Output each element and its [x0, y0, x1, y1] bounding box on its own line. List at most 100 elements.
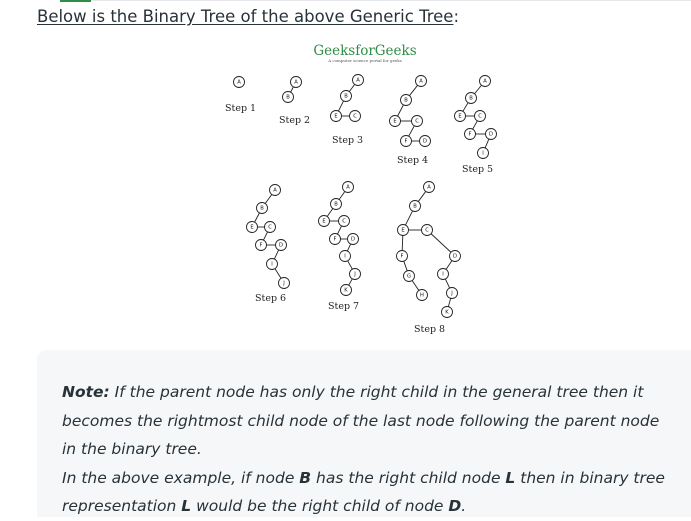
note-text: Note: If the parent node has only the ri… — [62, 378, 677, 521]
tree-edge — [445, 260, 453, 270]
tree-node-a: A — [342, 181, 354, 193]
tree-node-d: D — [275, 239, 287, 251]
tree-node-j: J — [278, 277, 290, 289]
tree-node-e: E — [454, 110, 466, 122]
tree-node-label: D — [453, 253, 457, 259]
tree-edge — [326, 208, 334, 217]
tree-edge — [472, 120, 478, 130]
step-4-tree: A B E C F D Step 4 — [389, 75, 431, 166]
tree-node-label: B — [260, 205, 264, 211]
tree-edge — [447, 298, 452, 307]
tree-node-a: A — [269, 184, 281, 196]
top-divider — [91, 0, 691, 1]
tree-edge — [417, 191, 427, 202]
tree-node-label: A — [294, 79, 298, 85]
tree-node-f: F — [255, 239, 267, 251]
tree-node-b: B — [409, 200, 421, 212]
tree-node-e: E — [318, 215, 330, 227]
tree-node-label: B — [334, 201, 338, 207]
tree-node-b: B — [340, 90, 352, 102]
intro-text: Below is the Binary Tree of the above Ge… — [37, 7, 459, 27]
tree-edge — [264, 194, 273, 204]
intro-colon: : — [453, 7, 460, 26]
step-label: Step 3 — [332, 135, 363, 146]
tree-node-label: B — [469, 95, 473, 101]
tree-node-j: J — [349, 268, 361, 280]
tree-node-label: C — [425, 227, 429, 233]
note-line-2e: . — [461, 497, 467, 516]
tree-node-label: D — [279, 242, 283, 248]
tree-node-label: E — [458, 113, 461, 119]
tree-node-label: C — [478, 113, 482, 119]
tree-node-label: E — [250, 224, 253, 230]
tree-node-j: J — [446, 287, 458, 299]
tree-node-e: E — [246, 221, 258, 233]
intro-link-text[interactable]: Below is the Binary Tree of the above Ge… — [37, 7, 453, 26]
step-2-tree: A B Step 2 — [279, 76, 310, 126]
tree-edge — [474, 84, 482, 95]
tree-node-a: A — [233, 76, 245, 88]
tree-edge — [338, 191, 346, 200]
tree-node-label: A — [346, 184, 350, 190]
tree-edge — [444, 278, 451, 289]
tree-edge — [346, 243, 352, 252]
tree-edge — [338, 100, 344, 112]
tree-node-label: E — [401, 227, 404, 233]
tree-node-label: K — [445, 309, 449, 315]
tree-node-b: B — [400, 94, 412, 106]
tree-node-b: B — [256, 202, 268, 214]
tree-node-label: C — [415, 118, 419, 124]
tree-node-label: K — [344, 287, 348, 293]
tree-node-a: A — [479, 75, 491, 87]
tree-node-label: D — [489, 131, 493, 137]
tree-node-f: F — [464, 128, 476, 140]
tree-node-f: F — [400, 135, 412, 147]
tree-node-c: C — [264, 221, 276, 233]
tree-node-label: C — [342, 218, 346, 224]
step-1-tree: A Step 1 — [225, 76, 256, 114]
tree-node-a: A — [352, 74, 364, 86]
tree-edge — [403, 261, 408, 271]
tree-node-label: C — [353, 113, 357, 119]
tree-edge — [484, 138, 490, 149]
note-node-l-2: L — [181, 497, 192, 516]
tree-node-label: C — [268, 224, 272, 230]
step-label: Step 6 — [255, 293, 286, 304]
step-label: Step 8 — [414, 324, 445, 335]
step-label: Step 7 — [328, 301, 359, 312]
tree-node-g: G — [403, 270, 415, 282]
tree-edge — [401, 235, 404, 251]
tree-node-h: H — [416, 289, 428, 301]
step-label: Step 4 — [397, 155, 428, 166]
tree-edge — [430, 233, 452, 253]
tree-node-label: F — [334, 236, 337, 242]
tree-node-label: B — [344, 93, 348, 99]
tree-node-a: A — [415, 75, 427, 87]
tree-node-label: F — [469, 131, 472, 137]
tree-node-label: D — [423, 138, 427, 144]
tree-edge — [409, 85, 418, 96]
tree-edge — [273, 249, 280, 260]
tree-node-i: I — [437, 268, 449, 280]
tree-node-label: A — [419, 78, 423, 84]
step-6-tree: A B E C F D IJ Step 6 — [246, 184, 290, 304]
tree-node-label: A — [483, 78, 487, 84]
tree-node-c: C — [474, 110, 486, 122]
step-5-tree: A B E C F D I Step 5 — [454, 75, 497, 175]
tree-node-f: F — [329, 233, 341, 245]
note-node-d: D — [448, 497, 462, 516]
tree-node-c: C — [421, 224, 433, 236]
tree-edge — [397, 104, 404, 117]
tree-node-e: E — [330, 110, 342, 122]
tree-node-k: K — [340, 284, 352, 296]
tree-node-b: B — [330, 198, 342, 210]
tree-edge — [411, 280, 420, 291]
tree-node-i: I — [339, 250, 351, 262]
tree-node-label: F — [405, 138, 408, 144]
tree-edge — [405, 210, 413, 226]
tree-node-label: D — [351, 236, 355, 242]
note-line-1: If the parent node has only the right ch… — [62, 383, 660, 459]
tree-node-d: D — [347, 233, 359, 245]
tree-edge — [408, 125, 415, 137]
note-line-2d: would be the right child of node — [191, 497, 449, 516]
